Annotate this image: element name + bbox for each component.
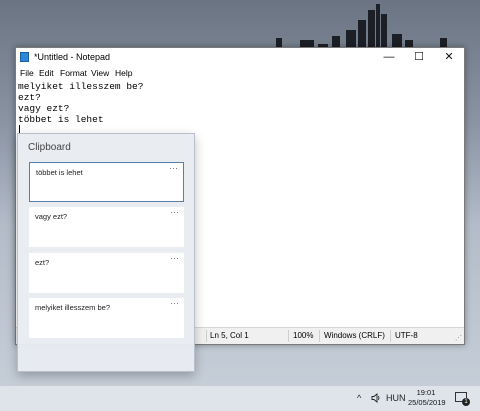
- notepad-app-icon: [20, 52, 29, 62]
- zoom-level: 100%: [293, 331, 314, 340]
- cursor-position: Ln 5, Col 1: [210, 331, 249, 340]
- clipboard-panel: Clipboard többet is lehet ··· vagy ezt? …: [17, 133, 195, 372]
- more-options-icon[interactable]: ···: [169, 163, 178, 173]
- clipboard-item[interactable]: melyiket illesszem be? ···: [29, 298, 184, 338]
- taskbar: ^ HUN 19:01 25/05/2019 1: [0, 385, 480, 411]
- volume-icon[interactable]: [371, 393, 381, 403]
- more-options-icon[interactable]: ···: [170, 253, 179, 263]
- clipboard-item[interactable]: vagy ezt? ···: [29, 207, 184, 247]
- menu-format[interactable]: Format: [60, 68, 87, 78]
- more-options-icon[interactable]: ···: [170, 207, 179, 217]
- minimize-button[interactable]: —: [374, 48, 404, 67]
- resize-grip-icon[interactable]: ⋰: [455, 334, 462, 342]
- editor-line: melyiket illesszem be?: [18, 81, 144, 92]
- window-title: *Untitled - Notepad: [34, 52, 111, 62]
- line-ending: Windows (CRLF): [324, 331, 385, 340]
- encoding: UTF-8: [395, 331, 418, 340]
- language-indicator[interactable]: HUN: [386, 393, 406, 403]
- clipboard-item-text: ezt?: [35, 258, 50, 267]
- status-divider: [288, 330, 289, 342]
- editor-line: ezt?: [18, 92, 41, 103]
- notification-count-badge: 1: [462, 398, 470, 406]
- status-divider: [206, 330, 207, 342]
- menu-file[interactable]: File: [20, 68, 34, 78]
- menu-bar: File Edit Format View Help: [16, 67, 464, 81]
- status-divider: [390, 330, 391, 342]
- clock[interactable]: 19:01 25/05/2019: [408, 388, 446, 408]
- maximize-button[interactable]: ☐: [404, 48, 434, 67]
- menu-help[interactable]: Help: [115, 68, 132, 78]
- editor-line: vagy ezt?: [18, 103, 70, 114]
- clock-time: 19:01: [416, 388, 436, 397]
- menu-view[interactable]: View: [91, 68, 109, 78]
- menu-edit[interactable]: Edit: [39, 68, 54, 78]
- clipboard-item-text: többet is lehet: [36, 168, 83, 177]
- status-divider: [319, 330, 320, 342]
- clipboard-item[interactable]: ezt? ···: [29, 253, 184, 293]
- clipboard-item-text: melyiket illesszem be?: [35, 303, 111, 312]
- more-options-icon[interactable]: ···: [170, 298, 179, 308]
- show-hidden-icons-chevron-icon[interactable]: ^: [357, 393, 361, 403]
- editor-line: többet is lehet: [18, 114, 104, 125]
- clipboard-item[interactable]: többet is lehet ···: [29, 162, 184, 202]
- clock-date: 25/05/2019: [408, 398, 446, 407]
- clipboard-title: Clipboard: [28, 142, 71, 153]
- title-bar[interactable]: *Untitled - Notepad — ☐ ✕: [16, 48, 464, 67]
- close-button[interactable]: ✕: [434, 48, 464, 67]
- clipboard-item-text: vagy ezt?: [35, 212, 68, 221]
